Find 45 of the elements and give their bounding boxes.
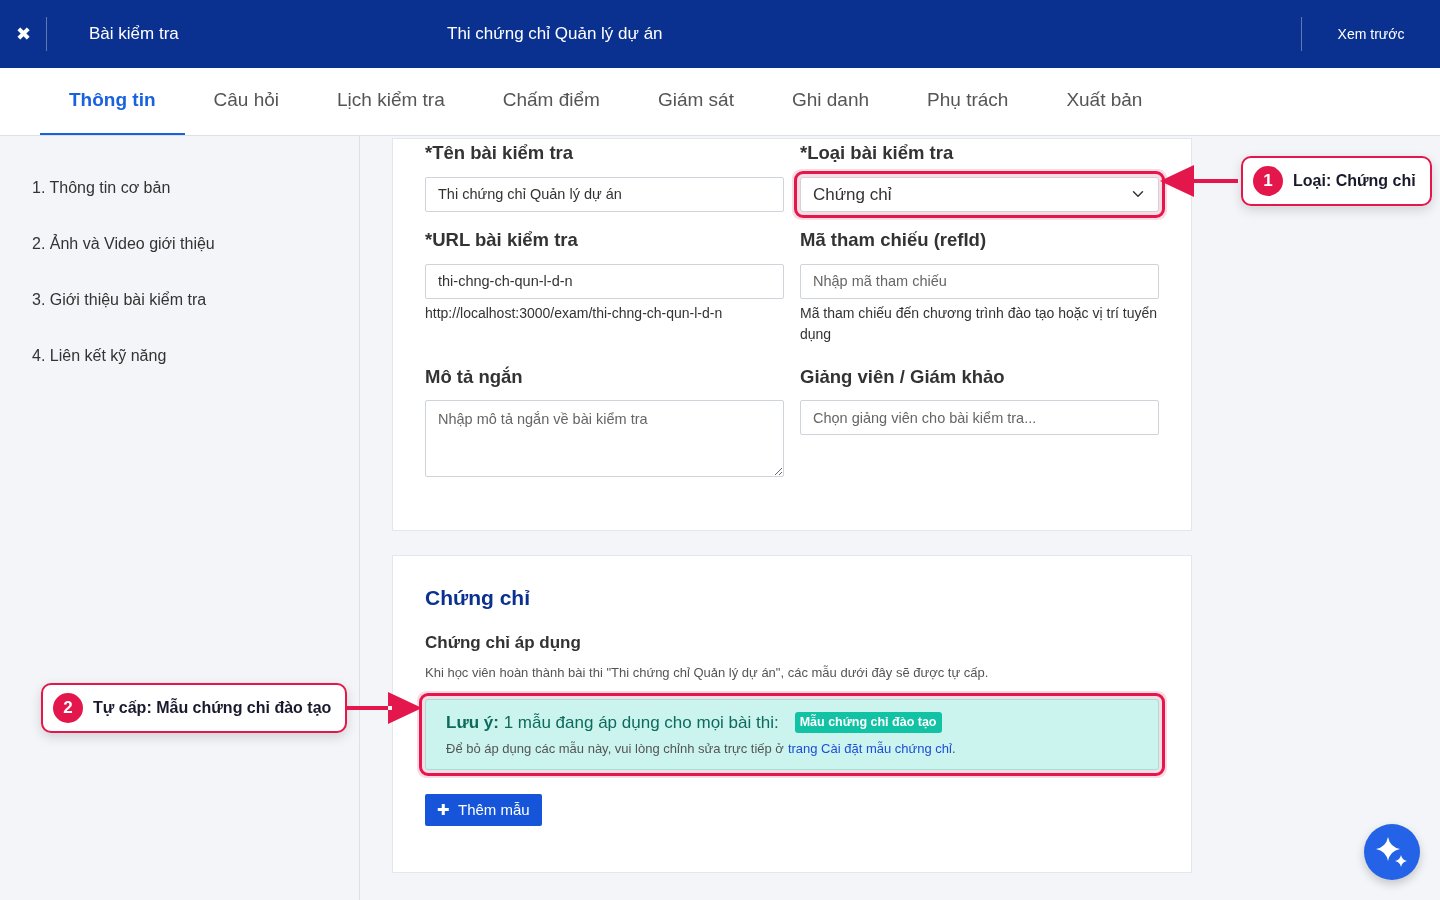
tab[interactable]: Câu hỏi (184, 68, 309, 135)
add-template-button[interactable]: ✚ Thêm mẫu (425, 793, 542, 827)
sparkle-assistant-button[interactable] (1364, 824, 1420, 880)
close-button[interactable]: ✖ (0, 20, 46, 48)
tab[interactable]: Chấm điểm (473, 68, 629, 135)
sidebar-item[interactable]: 4. Liên kết kỹ năng (32, 328, 167, 384)
settings-link[interactable]: trang Cài đặt mẫu chứng chỉ (787, 739, 952, 759)
help-text: http://localhost:3000/exam/thi-chng-ch-qun-l-d-n (425, 303, 724, 323)
annotation-text: Tự cấp: Mẫu chứng chỉ đào tạo (93, 697, 332, 718)
window-title: Thi chứng chỉ Quản lý dự án (447, 23, 664, 46)
tab[interactable]: Thông tin (40, 68, 185, 135)
input-field[interactable]: Thi chứng chỉ Quản lý dự án (425, 176, 784, 212)
description-text: Khi học viên hoàn thành bài thi "Thi chứng chỉ Quản lý dự án", các mẫu dưới đây sẽ được tự cấp. (425, 664, 990, 683)
field-label: *URL bài kiểm tra (425, 227, 579, 252)
input-field[interactable]: Nhập mã tham chiếu (800, 263, 1159, 299)
field-label: *Loại bài kiểm tra (800, 141, 955, 165)
field-label: Mã tham chiếu (refId) (800, 227, 988, 252)
section-title: Bài kiểm tra (88, 23, 180, 46)
hint-text: Để bỏ áp dụng các mẫu này, vui lòng chỉnh sửa trực tiếp ở (446, 740, 784, 759)
description-field[interactable]: Nhập mô tả ngắn về bài kiểm tra (425, 400, 784, 478)
period-text: . (951, 740, 956, 759)
annotation-text: Loại: Chứng chỉ (1293, 171, 1416, 191)
plus-icon: ✚ (437, 798, 450, 822)
help-text: Mã tham chiếu đến chương trình đào tạo hoặc vị trí tuyển dụng (800, 303, 1159, 344)
subsection-heading: Chứng chỉ áp dụng (425, 631, 582, 654)
tab[interactable]: Phụ trách (898, 68, 1038, 135)
sidebar-item[interactable]: 1. Thông tin cơ bản (32, 160, 171, 216)
step-number: 1 (1253, 166, 1283, 196)
input-field[interactable]: Chọn giảng viên cho bài kiểm tra... (800, 400, 1159, 436)
tab[interactable]: Giám sát (628, 68, 763, 135)
input-field[interactable]: thi-chng-ch-qun-l-d-n (425, 263, 784, 299)
template-tag: Mẫu chứng chỉ đào tạo (794, 712, 942, 733)
sidebar-item[interactable]: 2. Ảnh và Video giới thiệu (32, 216, 215, 272)
tab[interactable]: Lịch kiểm tra (308, 68, 474, 135)
field-label: *Tên bài kiểm tra (425, 141, 575, 165)
field-label: Mô tả ngắn (425, 364, 524, 389)
section-heading: Chứng chỉ (425, 585, 532, 612)
sparkle-icon (1375, 835, 1409, 869)
sidebar-item[interactable]: 3. Giới thiệu bài kiểm tra (32, 272, 207, 328)
tab[interactable]: Ghi danh (762, 68, 899, 135)
notice-text: Lưu ý: 1 mẫu đang áp dụng cho mọi bài thi: (446, 711, 779, 734)
field-label: Giảng viên / Giám khảo (800, 364, 1006, 389)
preview-link[interactable]: Xem trước (1302, 23, 1440, 45)
tab[interactable]: Xuất bản (1037, 68, 1172, 135)
step-number: 2 (53, 693, 83, 723)
